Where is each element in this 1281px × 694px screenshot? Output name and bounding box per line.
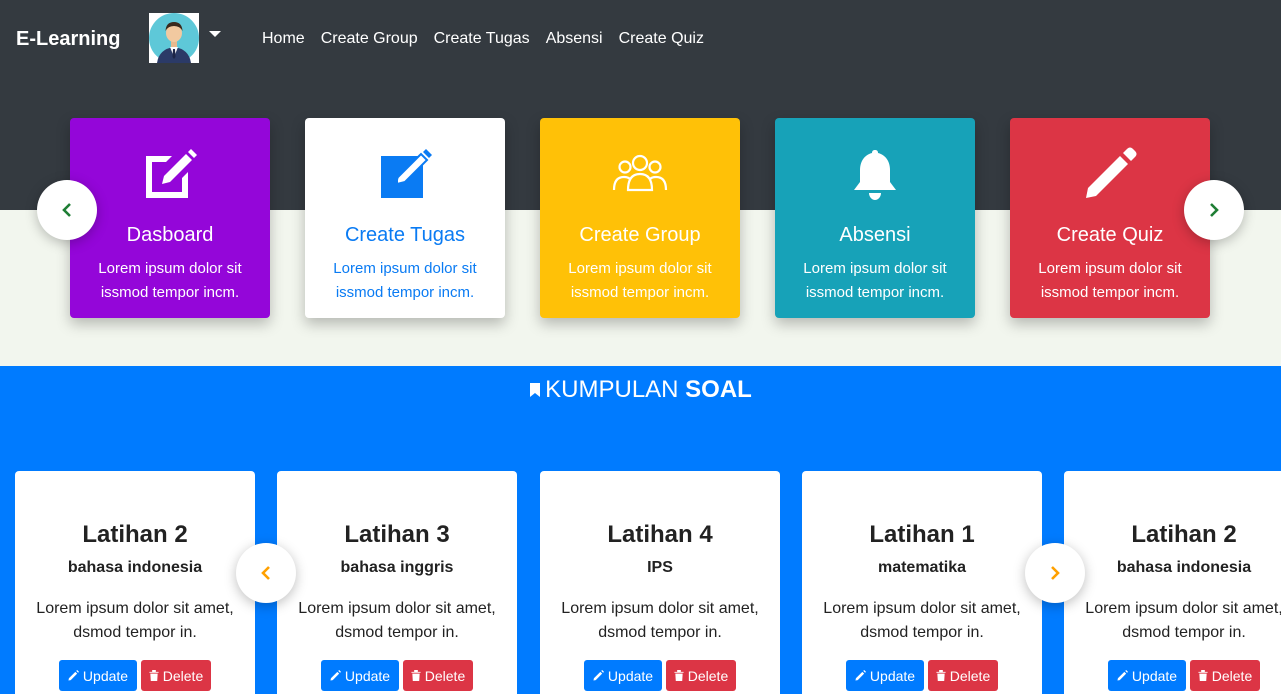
pencil-icon (855, 670, 866, 681)
update-label: Update (1131, 667, 1178, 684)
quiz-title: Latihan 4 (607, 521, 713, 548)
delete-button[interactable]: Delete (666, 660, 736, 691)
trash-icon (149, 670, 159, 681)
quiz-subject: bahasa indonesia (1116, 559, 1252, 576)
menu-card-title: Create Group (579, 224, 701, 246)
quiz-subject: bahasa inggris (340, 559, 454, 576)
menu-card-desc: Lorem ipsum dolor sit issmod tempor incm… (568, 260, 712, 301)
quiz-subject: matematika (877, 559, 967, 576)
quiz-desc: Lorem ipsum dolor sit amet, dsmod tempor… (36, 600, 234, 641)
pencil-icon (1117, 670, 1128, 681)
group-icon (612, 154, 668, 192)
delete-button[interactable]: Delete (141, 660, 211, 691)
trash-icon (411, 670, 421, 681)
menu-card-desc: Lorem ipsum dolor sit issmod tempor incm… (803, 260, 947, 301)
main-nav: Home Create Group Create Tugas Absensi C… (254, 30, 712, 48)
top-carousel-prev-button[interactable] (37, 180, 97, 240)
chevron-right-icon (1210, 203, 1219, 217)
avatar-dropdown-caret[interactable] (209, 31, 221, 37)
section-title-light: KUMPULAN (545, 376, 679, 403)
quiz-title: Latihan 2 (82, 521, 188, 548)
bell-icon (854, 150, 896, 200)
quiz-card: Latihan 2 bahasa indonesia Lorem ipsum d… (15, 471, 255, 694)
delete-button[interactable]: Delete (1190, 660, 1260, 691)
trash-icon (1198, 670, 1208, 681)
nav-create-group[interactable]: Create Group (313, 30, 426, 48)
update-label: Update (869, 667, 916, 684)
update-label: Update (82, 667, 129, 684)
quiz-subject: bahasa indonesia (67, 559, 203, 576)
nav-create-quiz[interactable]: Create Quiz (611, 30, 712, 48)
quiz-desc: Lorem ipsum dolor sit amet, dsmod tempor… (298, 600, 496, 641)
quiz-card: Latihan 4 IPS Lorem ipsum dolor sit amet… (540, 471, 780, 694)
trash-icon (936, 670, 946, 681)
quiz-card: Latihan 2 bahasa indonesia Lorem ipsum d… (1064, 471, 1281, 694)
quiz-card: Latihan 1 matematika Lorem ipsum dolor s… (802, 471, 1042, 694)
chevron-right-icon (1051, 566, 1060, 580)
nav-create-tugas[interactable]: Create Tugas (426, 30, 538, 48)
update-label: Update (607, 667, 654, 684)
menu-card-desc: Lorem ipsum dolor sit issmod tempor incm… (98, 260, 242, 301)
menu-card-desc: Lorem ipsum dolor sit issmod tempor incm… (333, 260, 477, 301)
update-button[interactable]: Update (321, 660, 399, 691)
bookmark-icon (530, 383, 541, 397)
menu-card-title: Create Tugas (344, 224, 466, 246)
quiz-title: Latihan 1 (869, 521, 975, 548)
delete-label: Delete (424, 667, 466, 684)
delete-label: Delete (1211, 667, 1253, 684)
edit-icon (146, 149, 197, 198)
pencil-icon (68, 670, 79, 681)
user-avatar[interactable] (149, 13, 199, 63)
menu-card-create-quiz[interactable]: Create Quiz Lorem ipsum dolor sit issmod… (1010, 118, 1210, 318)
nav-absensi[interactable]: Absensi (538, 30, 611, 48)
quiz-card: Latihan 3 bahasa inggris Lorem ipsum dol… (277, 471, 517, 694)
quiz-desc: Lorem ipsum dolor sit amet, dsmod tempor… (1085, 600, 1281, 641)
update-button[interactable]: Update (846, 660, 924, 691)
menu-card-dasboard[interactable]: Dasboard Lorem ipsum dolor sit issmod te… (70, 118, 270, 318)
quiz-carousel-next-button[interactable] (1025, 543, 1085, 603)
update-button[interactable]: Update (1108, 660, 1186, 691)
quiz-title: Latihan 3 (344, 521, 450, 548)
chevron-left-icon (261, 566, 270, 580)
trash-icon (674, 670, 684, 681)
chevron-left-icon (62, 203, 71, 217)
delete-label: Delete (949, 667, 991, 684)
menu-card-create-group[interactable]: Create Group Lorem ipsum dolor sit issmo… (540, 118, 740, 318)
quiz-carousel-prev-button[interactable] (236, 543, 296, 603)
update-button[interactable]: Update (584, 660, 662, 691)
pencil-icon (1086, 147, 1137, 198)
pencil-icon (593, 670, 604, 681)
delete-label: Delete (687, 667, 729, 684)
brand-logo[interactable]: E-Learning (16, 28, 120, 51)
nav-home[interactable]: Home (254, 30, 313, 48)
quiz-desc: Lorem ipsum dolor sit amet, dsmod tempor… (823, 600, 1021, 641)
edit-icon (381, 149, 432, 198)
update-label: Update (344, 667, 391, 684)
menu-card-desc: Lorem ipsum dolor sit issmod tempor incm… (1038, 260, 1182, 301)
top-carousel-next-button[interactable] (1184, 180, 1244, 240)
section-title: KUMPULAN SOAL (0, 376, 1281, 404)
menu-card-title: Absensi (839, 224, 911, 246)
menu-card-absensi[interactable]: Absensi Lorem ipsum dolor sit issmod tem… (775, 118, 975, 318)
menu-card-title: Dasboard (126, 224, 214, 246)
quiz-desc: Lorem ipsum dolor sit amet, dsmod tempor… (561, 600, 759, 641)
menu-card-title: Create Quiz (1056, 224, 1164, 246)
quiz-subject: IPS (647, 559, 673, 576)
update-button[interactable]: Update (59, 660, 137, 691)
section-title-bold: SOAL (685, 376, 752, 403)
menu-card-create-tugas[interactable]: Create Tugas Lorem ipsum dolor sit issmo… (305, 118, 505, 318)
delete-button[interactable]: Delete (928, 660, 998, 691)
quiz-title: Latihan 2 (1131, 521, 1237, 548)
delete-label: Delete (162, 667, 204, 684)
delete-button[interactable]: Delete (403, 660, 473, 691)
pencil-icon (330, 670, 341, 681)
avatar-icon (149, 13, 199, 63)
